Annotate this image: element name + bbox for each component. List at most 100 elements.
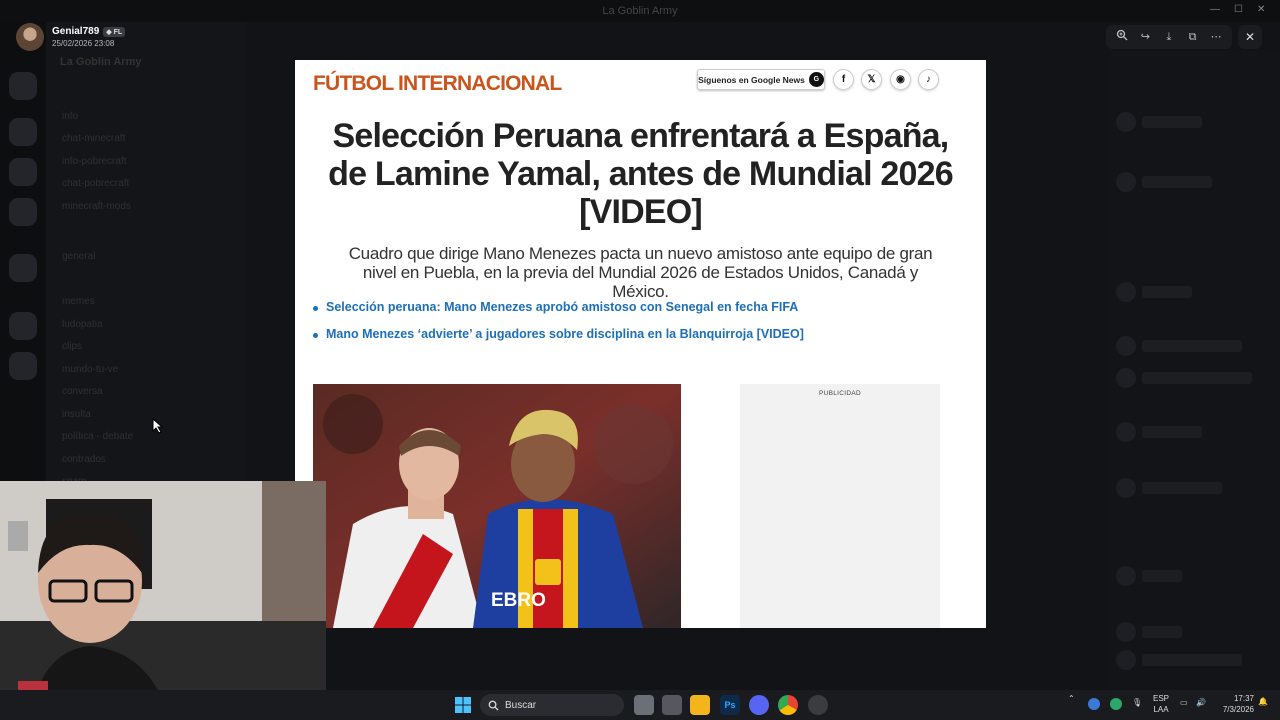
- tiktok-icon[interactable]: ♪: [918, 69, 939, 90]
- channel-item[interactable]: chat-minecraft: [62, 133, 125, 144]
- related-link-text[interactable]: Selección peruana: Mano Menezes aprobó a…: [326, 300, 798, 314]
- google-news-icon: G: [808, 72, 824, 87]
- whatsapp-icon[interactable]: ◉: [890, 69, 911, 90]
- upload-timestamp: 25/02/2026 23:08: [52, 39, 115, 48]
- article-subtitle: Cuadro que dirige Mano Menezes pacta un …: [348, 244, 933, 301]
- member-avatar[interactable]: [1116, 650, 1136, 670]
- network-icon[interactable]: ▭: [1180, 698, 1188, 707]
- uploader-name-row: Genial789 ◆ FL: [52, 26, 126, 37]
- more-icon[interactable]: ⋯: [1208, 29, 1224, 45]
- article-image: FÚTBOL INTERNACIONAL Síguenos en Google …: [295, 60, 986, 628]
- server-icon[interactable]: [9, 72, 37, 100]
- channel-item[interactable]: política - debate: [62, 431, 133, 442]
- x-twitter-icon[interactable]: 𝕏: [861, 69, 882, 90]
- google-news-button[interactable]: Síguenos en Google News G: [697, 69, 825, 90]
- notification-icon[interactable]: 🔔: [1258, 697, 1268, 706]
- channel-item[interactable]: clips: [62, 341, 82, 352]
- related-link[interactable]: Mano Menezes ‘advierte’ a jugadores sobr…: [313, 327, 913, 345]
- webcam-overlay: [0, 481, 326, 720]
- member-avatar[interactable]: [1116, 422, 1136, 442]
- member-name[interactable]: [1142, 340, 1242, 352]
- member-name[interactable]: [1142, 116, 1202, 128]
- user-tag-label: FL: [113, 28, 123, 36]
- channel-item[interactable]: contrados: [62, 454, 106, 465]
- member-name[interactable]: [1142, 570, 1182, 582]
- channel-item[interactable]: chat-pobrecraft: [62, 178, 129, 189]
- task-view-icon[interactable]: [634, 695, 654, 715]
- channel-item[interactable]: mundo-tu-ve: [62, 364, 118, 375]
- server-icon[interactable]: [9, 118, 37, 146]
- member-name[interactable]: [1142, 372, 1252, 384]
- photoshop-icon[interactable]: Ps: [720, 695, 740, 715]
- footballers-illustration: EBRO: [313, 384, 681, 628]
- member-name[interactable]: [1142, 626, 1182, 638]
- channel-item[interactable]: memes: [62, 296, 95, 307]
- server-icon[interactable]: [9, 198, 37, 226]
- microphone-icon[interactable]: 🎙: [1132, 698, 1142, 707]
- user-tag: ◆ FL: [103, 26, 126, 37]
- app-icon[interactable]: [662, 695, 682, 715]
- system-clock[interactable]: 17:37 7/3/2026: [1212, 693, 1254, 715]
- server-name[interactable]: La Goblin Army: [60, 56, 142, 68]
- taskbar-search[interactable]: Buscar: [480, 694, 624, 716]
- open-external-icon[interactable]: ⧉: [1185, 29, 1201, 45]
- streamer-webcam-illustration: [0, 481, 326, 720]
- member-name[interactable]: [1142, 654, 1242, 666]
- member-avatar[interactable]: [1116, 112, 1136, 132]
- app-icon[interactable]: [808, 695, 828, 715]
- volume-icon[interactable]: 🔊: [1196, 698, 1206, 707]
- screen: La Goblin Army — ☐ ✕ La Goblin Army info…: [0, 0, 1280, 720]
- viewer-toolbar: ↪ ⤓ ⧉ ⋯: [1106, 25, 1232, 49]
- tray-overflow-icon[interactable]: ⌃: [1068, 694, 1075, 703]
- channel-item[interactable]: insulta: [62, 409, 91, 420]
- member-avatar[interactable]: [1116, 336, 1136, 356]
- channel-item[interactable]: conversa: [62, 386, 103, 397]
- member-name[interactable]: [1142, 176, 1212, 188]
- member-name[interactable]: [1142, 482, 1222, 494]
- server-icon[interactable]: [9, 254, 37, 282]
- search-placeholder: Buscar: [505, 699, 537, 711]
- channel-item[interactable]: ludopatia: [62, 319, 103, 330]
- channel-item[interactable]: info-pobrecraft: [62, 156, 126, 167]
- window-title: La Goblin Army: [0, 0, 1280, 22]
- file-explorer-icon[interactable]: [690, 695, 710, 715]
- channel-item[interactable]: minecraft-mods: [62, 201, 131, 212]
- uploader-info: Genial789 ◆ FL 25/02/2026 23:08: [16, 23, 126, 51]
- windows-start-icon[interactable]: [455, 697, 471, 713]
- member-avatar[interactable]: [1116, 478, 1136, 498]
- close-icon[interactable]: ✕: [1238, 25, 1262, 49]
- avatar[interactable]: [16, 23, 44, 51]
- channel-item[interactable]: info: [62, 111, 78, 122]
- uploader-name[interactable]: Genial789: [52, 26, 99, 37]
- input-language[interactable]: ESP LAA: [1150, 693, 1172, 715]
- member-name[interactable]: [1142, 286, 1192, 298]
- member-name[interactable]: [1142, 426, 1202, 438]
- tray-app-icon[interactable]: [1088, 698, 1100, 710]
- article-headline: Selección Peruana enfrentará a España, d…: [328, 117, 953, 231]
- jersey-sponsor-text: EBRO: [491, 590, 546, 611]
- window-close-icon[interactable]: ✕: [1257, 4, 1265, 15]
- member-avatar[interactable]: [1116, 172, 1136, 192]
- discord-icon[interactable]: [749, 695, 769, 715]
- member-avatar[interactable]: [1116, 368, 1136, 388]
- server-icon[interactable]: [9, 312, 37, 340]
- server-icon[interactable]: [9, 352, 37, 380]
- window-controls[interactable]: — ☐ ✕: [1210, 4, 1265, 15]
- region-code: LAA: [1153, 705, 1169, 714]
- related-link[interactable]: Selección peruana: Mano Menezes aprobó a…: [313, 300, 913, 318]
- maximize-icon[interactable]: ☐: [1234, 4, 1243, 15]
- member-avatar[interactable]: [1116, 566, 1136, 586]
- tray-app-icon[interactable]: [1110, 698, 1122, 710]
- chrome-icon[interactable]: [778, 695, 798, 715]
- zoom-in-icon[interactable]: [1114, 29, 1130, 45]
- minimize-icon[interactable]: —: [1210, 4, 1220, 15]
- server-icon[interactable]: [9, 158, 37, 186]
- forward-icon[interactable]: ↪: [1137, 29, 1153, 45]
- advertisement[interactable]: PUBLICIDAD: [740, 384, 940, 628]
- related-link-text[interactable]: Mano Menezes ‘advierte’ a jugadores sobr…: [326, 327, 804, 341]
- member-avatar[interactable]: [1116, 622, 1136, 642]
- channel-item[interactable]: general: [62, 251, 95, 262]
- facebook-icon[interactable]: f: [833, 69, 854, 90]
- member-avatar[interactable]: [1116, 282, 1136, 302]
- download-icon[interactable]: ⤓: [1161, 29, 1177, 45]
